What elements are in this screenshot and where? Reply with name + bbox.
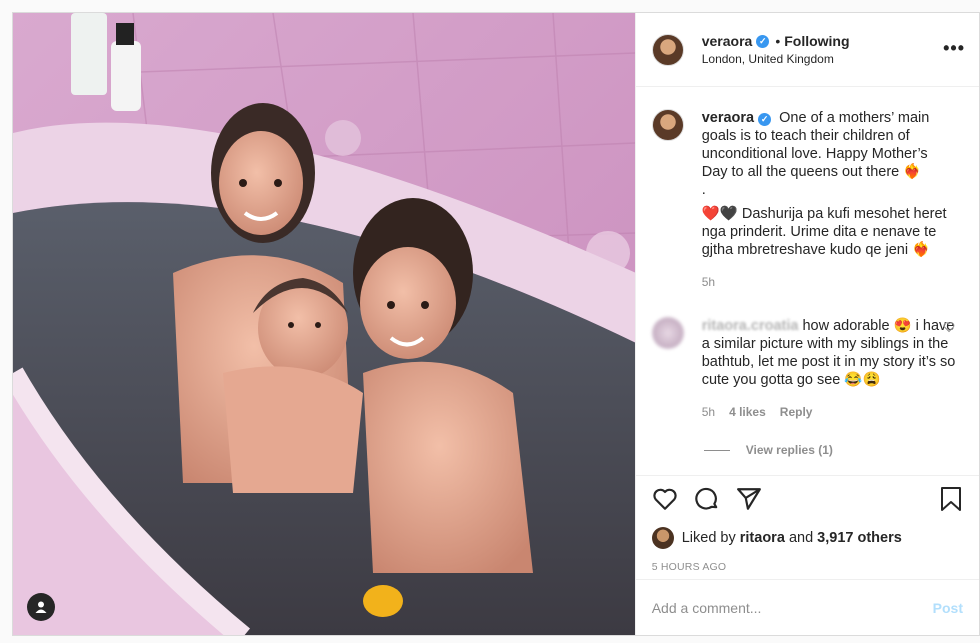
heart-on-fire-emoji: ❤️‍🔥 [903,164,922,180]
reply-button[interactable]: Reply [780,403,813,421]
caption-text-2: ❤️🖤 Dashurija pa kufi mesohet heret nga … [702,205,957,259]
share-paper-plane-icon[interactable] [736,486,762,517]
view-replies-label: View replies (1) [745,443,833,457]
comment-like-heart-icon[interactable] [943,321,955,336]
commenter-username[interactable]: ritaora.croatia [702,318,799,334]
caption-text-1: veraora ✓ One of a mothers’ main goals is… [702,109,957,181]
author-avatar[interactable] [651,33,684,66]
tagged-users-button[interactable] [27,593,55,621]
comment-time[interactable]: 5h [702,403,715,421]
hearts-emoji: ❤️🖤 [701,206,738,222]
author-info: veraora ✓ • Following London, United Kin… [702,33,850,66]
liked-by-others[interactable]: 3,917 others [817,530,902,546]
post-photo[interactable] [13,13,635,635]
post-side-panel: veraora ✓ • Following London, United Kin… [634,13,979,635]
caption-line-2: Dashurija pa kufi mesohet heret nga prin… [701,206,947,258]
action-bar [635,475,979,527]
post-comment-button[interactable]: Post [933,600,963,616]
comment-meta: 5h 4 likes Reply [702,403,957,421]
author-line: veraora ✓ • Following [702,33,850,49]
instagram-post: veraora ✓ • Following London, United Kin… [12,12,980,636]
caption: veraora ✓ One of a mothers’ main goals is… [651,109,963,291]
liked-by-middle: and [788,530,814,546]
verified-badge-icon: ✓ [756,34,770,48]
user-icon [35,601,47,613]
caption-body: veraora ✓ One of a mothers’ main goals is… [702,109,957,291]
post-time-ago[interactable]: 5 HOURS AGO [636,549,979,579]
comments-section: veraora ✓ One of a mothers’ main goals is… [636,87,979,475]
caption-meta: 5h [702,273,957,291]
bathtub-photo-illustration [13,13,635,635]
add-comment-bar: Add a comment... Post [635,579,979,635]
caption-author-avatar[interactable] [651,109,684,141]
liked-by-user[interactable]: ritaora [740,530,785,546]
liked-by-prefix: Liked by [681,530,736,546]
comment-text-line: ritaora.croatia how adorable 😍 i have a … [702,317,957,389]
caption-time[interactable]: 5h [702,273,715,291]
author-username[interactable]: veraora [702,33,753,49]
following-button[interactable]: Following [784,33,849,49]
more-options-icon[interactable]: ••• [943,39,965,57]
commenter-avatar[interactable] [651,317,684,349]
caption-username[interactable]: veraora [702,110,754,126]
comment: ritaora.croatia how adorable 😍 i have a … [651,317,963,421]
view-replies-button[interactable]: View replies (1) [703,443,963,457]
post-header: veraora ✓ • Following London, United Kin… [635,13,979,87]
heart-on-fire-emoji: ❤️‍🔥 [912,242,931,258]
liker-avatar[interactable] [651,527,674,549]
liked-by: Liked by ritaora and 3,917 others [636,527,979,549]
replies-rule [703,449,730,451]
caption-dot: . [701,182,706,198]
post-location[interactable]: London, United Kingdom [702,52,850,66]
save-bookmark-icon[interactable] [939,486,963,517]
comment-likes[interactable]: 4 likes [729,403,766,421]
add-comment-input[interactable]: Add a comment... [652,600,933,616]
verified-badge-icon: ✓ [758,113,772,126]
comment-body: ritaora.croatia how adorable 😍 i have a … [702,317,957,421]
separator-dot: • [775,33,781,49]
like-heart-icon[interactable] [652,486,678,517]
comment-bubble-icon[interactable] [694,486,720,517]
